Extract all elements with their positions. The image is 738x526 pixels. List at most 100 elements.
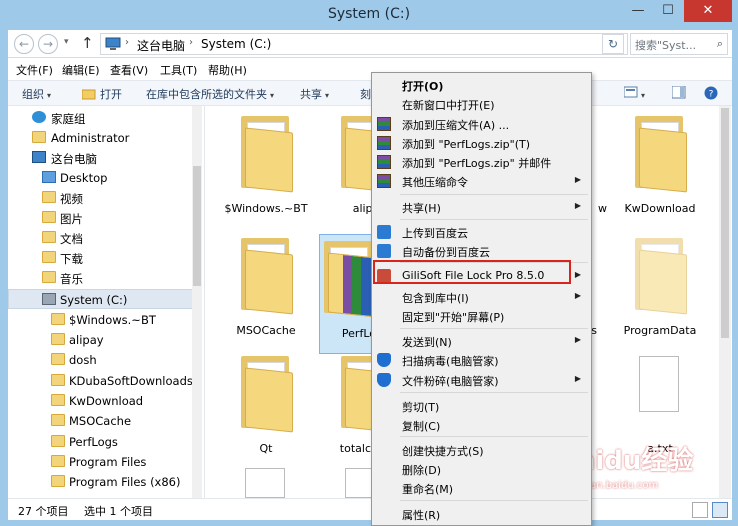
folder-tile-programdata[interactable]: ProgramData [615,232,705,352]
cm-create-shortcut[interactable]: 创建快捷方式(S) [372,440,591,460]
scrollbar-thumb[interactable] [721,108,729,338]
help-button[interactable]: ? [704,86,718,103]
folder-icon [51,374,65,386]
forward-icon[interactable]: → [38,34,58,54]
folder-tile-windows-bt[interactable]: $Windows.~BT [221,110,311,230]
cm-upload-baidu[interactable]: 上传到百度云 [372,222,591,242]
help-icon: ? [704,86,718,100]
open-folder-icon [81,89,96,100]
folder-icon [51,435,65,447]
title-bar[interactable]: System (C:) — ☐ ✕ [0,0,738,30]
details-view-icon[interactable] [692,502,708,518]
open-button[interactable]: 打开 [81,86,122,102]
cm-label: 文件粉碎(电脑管家) [402,375,499,388]
scrollbar-thumb[interactable] [193,166,201,286]
cm-copy[interactable]: 复制(C) [372,415,591,435]
cm-open[interactable]: 打开(O) [372,75,591,95]
cm-send-to[interactable]: 发送到(N) ▶ [372,331,591,351]
nav-item-videos[interactable]: 视频 [8,188,198,208]
folder-tile-perflogs[interactable]: PerfLo [319,234,376,354]
cm-share[interactable]: 共享(H) ▶ [372,197,591,217]
nav-item-pictures[interactable]: 图片 [8,208,198,228]
up-icon[interactable]: ↑ [81,34,94,52]
nav-item-label: dosh [69,353,97,367]
share-button[interactable]: 共享 ▾ [300,86,329,102]
search-icon[interactable]: ⌕ [717,37,723,51]
cm-pin-to-start[interactable]: 固定到"开始"屏幕(P) [372,306,591,326]
breadcrumb-this-pc[interactable]: 这台电脑 [137,37,185,54]
breadcrumb-system-c[interactable]: System (C:) [201,37,271,51]
folder-icon [635,238,687,315]
include-in-library-button[interactable]: 在库中包含所选的文件夹 ▾ [146,86,274,102]
search-input[interactable]: 搜索"Syst... ⌕ [630,33,728,55]
nav-item-homegroup[interactable]: 家庭组 [8,108,198,128]
cm-cut[interactable]: 剪切(T) [372,396,591,416]
nav-item-msocache[interactable]: MSOCache [8,411,198,431]
nav-item-this-pc[interactable]: 这台电脑 [8,148,198,168]
cm-properties[interactable]: 属性(R) [372,504,591,524]
menu-tools[interactable]: 工具(T) [160,62,197,78]
menu-view[interactable]: 查看(V) [110,62,148,78]
close-button[interactable]: ✕ [684,0,732,22]
maximize-button[interactable]: ☐ [653,0,683,22]
refresh-icon[interactable]: ↻ [602,34,624,54]
navigation-scrollbar[interactable] [192,106,202,498]
tile-label: MSOCache [236,324,296,337]
nav-item-administrator[interactable]: Administrator [8,128,198,148]
folder-tile-qt[interactable]: Qt [221,350,311,470]
nav-item-system-c[interactable]: System (C:) [8,289,198,309]
baidu-cloud-icon [377,244,391,258]
menu-file[interactable]: 文件(F) [16,62,53,78]
status-bar: 27 个项目 选中 1 个项目 [8,498,732,520]
menu-help[interactable]: 帮助(H) [208,62,247,78]
content-scrollbar[interactable] [719,106,731,498]
cm-add-to-zip[interactable]: 添加到 "PerfLogs.zip"(T) [372,133,591,153]
nav-item-kwdownload[interactable]: KwDownload [8,391,198,411]
back-icon[interactable]: ← [14,34,34,54]
nav-item-windows-bt[interactable]: $Windows.~BT [8,310,198,330]
cm-other-compress[interactable]: 其他压缩命令 ▶ [372,171,591,191]
documents-folder-icon [42,231,56,243]
cm-include-in-library[interactable]: 包含到库中(I) ▶ [372,287,591,307]
cm-open-new-window[interactable]: 在新窗口中打开(E) [372,94,591,114]
folder-tile-msocache[interactable]: MSOCache [221,232,311,352]
cm-file-shred[interactable]: 文件粉碎(电脑管家) ▶ [372,370,591,390]
include-in-library-label: 在库中包含所选的文件夹 [146,88,267,101]
cm-add-to-zip-email[interactable]: 添加到 "PerfLogs.zip" 并邮件 [372,152,591,172]
nav-item-alipay[interactable]: alipay [8,330,198,350]
cm-rename[interactable]: 重命名(M) [372,478,591,498]
nav-item-kduba[interactable]: KDubaSoftDownloads [8,371,198,391]
menu-edit[interactable]: 编辑(E) [62,62,100,78]
minimize-button[interactable]: — [623,0,653,22]
text-file-icon [639,356,679,412]
cm-delete[interactable]: 删除(D) [372,459,591,479]
chevron-right-icon: › [125,37,129,48]
context-menu: 打开(O) 在新窗口中打开(E) 添加到压缩文件(A) ... 添加到 "Per… [371,72,592,526]
folder-icon [51,333,65,345]
preview-pane-button[interactable] [671,85,686,102]
nav-item-dosh[interactable]: dosh [8,350,198,370]
share-label: 共享 [300,88,322,101]
nav-item-music[interactable]: 音乐 [8,268,198,288]
folder-tile-kwdownload[interactable]: KwDownload [615,110,705,230]
change-view-button[interactable]: ▾ [623,86,645,101]
large-icons-view-icon[interactable] [712,502,728,518]
nav-item-documents[interactable]: 文档 [8,228,198,248]
path-box[interactable]: › 这台电脑 › System (C:) ▾ [100,33,628,55]
nav-item-label: MSOCache [69,414,132,428]
recent-locations-icon[interactable]: ▾ [64,37,69,47]
cm-backup-baidu[interactable]: 自动备份到百度云 [372,241,591,261]
nav-item-desktop[interactable]: Desktop [8,168,198,188]
rar-icon [377,174,391,188]
nav-item-program-files[interactable]: Program Files [8,452,198,472]
burn-button[interactable]: 刻 [360,86,371,102]
nav-item-downloads[interactable]: 下载 [8,248,198,268]
folder-tile-totalcmd[interactable]: totalc [321,350,393,470]
cm-label: 创建快捷方式(S) [402,445,484,458]
nav-item-program-files-x86[interactable]: Program Files (x86) [8,472,198,492]
nav-item-perflogs[interactable]: PerfLogs [8,432,198,452]
cm-scan-virus[interactable]: 扫描病毒(电脑管家) [372,350,591,370]
cm-add-to-archive[interactable]: 添加到压缩文件(A) ... [372,114,591,134]
file-tile-partial[interactable] [221,462,311,498]
organize-button[interactable]: 组织 ▾ [22,86,51,102]
